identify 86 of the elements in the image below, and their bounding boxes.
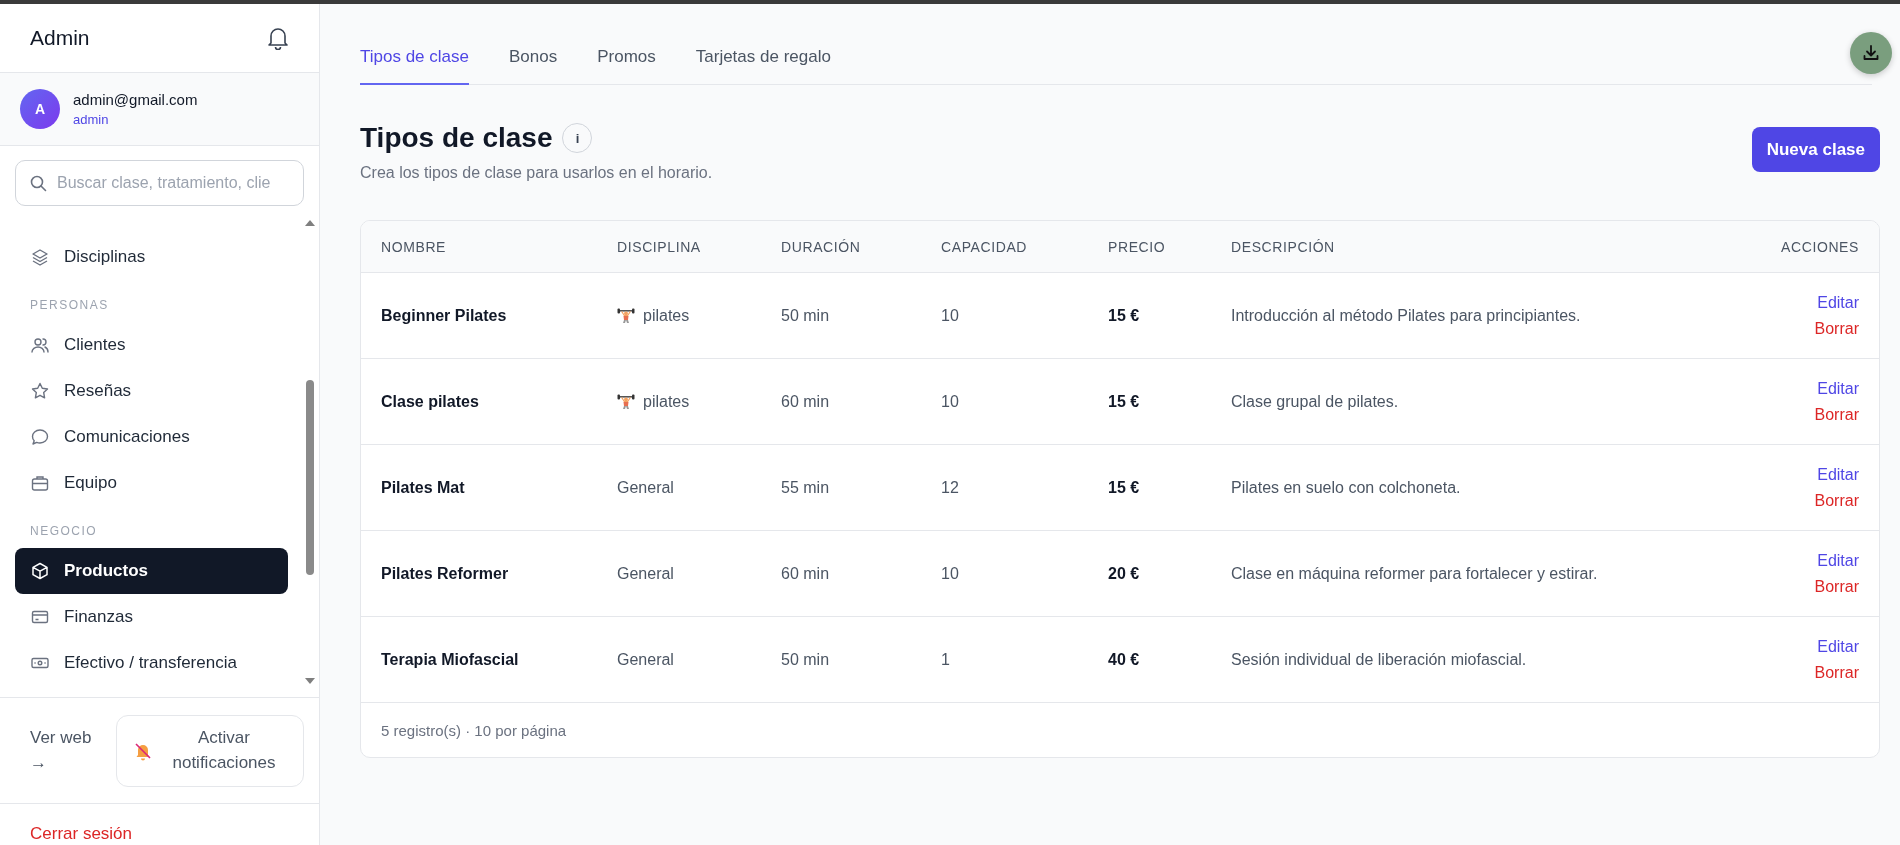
- notifications-button[interactable]: Activar notificaciones: [116, 714, 304, 787]
- delete-link[interactable]: Borrar: [1814, 405, 1859, 424]
- nav-icon: [30, 473, 50, 493]
- tab[interactable]: Bonos: [491, 47, 576, 85]
- column-header: DISCIPLINA: [617, 238, 702, 255]
- column-header: DURACIÓN: [781, 238, 862, 255]
- table-cell-text: Terapia Miofascial: [381, 650, 520, 669]
- edit-link[interactable]: Editar: [1817, 551, 1859, 570]
- nav-icon: [30, 335, 50, 355]
- download-icon: [1861, 43, 1881, 63]
- nav-item[interactable]: Reseñas: [15, 368, 288, 414]
- nav-item[interactable]: Disciplinas: [15, 234, 288, 280]
- delete-link[interactable]: Borrar: [1814, 577, 1859, 596]
- nav-item[interactable]: Productos: [15, 548, 288, 594]
- table-cell-text: Sesión individual de liberación miofascial.: [1231, 650, 1528, 669]
- tab[interactable]: Tarjetas de regalo: [677, 47, 849, 85]
- bell-muted-icon: [133, 740, 153, 761]
- weightlifter-icon: [617, 393, 635, 410]
- nav-section-label: NEGOCIO: [29, 523, 99, 540]
- app-title: Admin: [30, 26, 90, 50]
- table-cell: General: [617, 564, 674, 583]
- user-avatar: A: [20, 89, 60, 129]
- delete-link[interactable]: Borrar: [1814, 319, 1859, 338]
- logout-link[interactable]: Cerrar sesión: [30, 824, 133, 843]
- tab[interactable]: Tipos de clase: [360, 47, 469, 85]
- nav-icon: [30, 381, 50, 401]
- nav-item[interactable]: Clientes: [15, 322, 288, 368]
- nav-section-label: PERSONAS: [29, 297, 110, 314]
- table-cell-text: Pilates en suelo con colchoneta.: [1231, 478, 1462, 497]
- table-cell-text: 20 €: [1108, 564, 1141, 583]
- column-header: PRECIO: [1108, 238, 1167, 255]
- weightlifter-icon: [617, 307, 635, 324]
- bell-icon[interactable]: [267, 26, 289, 50]
- download-button[interactable]: [1850, 32, 1892, 74]
- edit-link[interactable]: Editar: [1817, 465, 1859, 484]
- user-role: admin: [73, 112, 110, 127]
- table-cell-text: 15 €: [1108, 306, 1141, 325]
- table-cell: pilates: [643, 392, 690, 411]
- table-cell-text: 1: [941, 650, 951, 669]
- edit-link[interactable]: Editar: [1817, 379, 1859, 398]
- nav-item[interactable]: Finanzas: [15, 594, 288, 640]
- nav-icon: [30, 427, 50, 447]
- tab[interactable]: Promos: [579, 47, 674, 85]
- table-cell-text: 55 min: [781, 478, 831, 497]
- user-email: admin@gmail.com: [73, 91, 198, 108]
- search-icon: [30, 175, 47, 192]
- nav-item[interactable]: Equipo: [15, 460, 288, 506]
- page-subtitle: Crea los tipos de clase para usarlos en el horario.: [360, 164, 713, 182]
- table-cell-text: Introducción al método Pilates para principiantes.: [1231, 306, 1582, 325]
- table-cell-text: Clase grupal de pilates.: [1231, 392, 1400, 411]
- search-field[interactable]: Buscar clase, tratamiento, clie: [15, 160, 304, 206]
- table-cell-text: 15 €: [1108, 478, 1141, 497]
- table-cell-text: 10: [941, 392, 960, 411]
- table-cell-text: Pilates Reformer: [381, 564, 510, 583]
- nav-icon: [30, 561, 50, 581]
- edit-link[interactable]: Editar: [1817, 637, 1859, 656]
- view-web-link[interactable]: Ver web →: [30, 725, 100, 776]
- edit-link[interactable]: Editar: [1817, 293, 1859, 312]
- table-cell-text: Beginner Pilates: [381, 306, 508, 325]
- column-header: DESCRIPCIÓN: [1231, 238, 1336, 255]
- table-cell-text: 15 €: [1108, 392, 1141, 411]
- table-cell-text: 10: [941, 306, 960, 325]
- column-header: NOMBRE: [381, 238, 448, 255]
- table-cell: General: [617, 650, 674, 669]
- nav-item[interactable]: Efectivo / transferencia: [15, 640, 288, 686]
- delete-link[interactable]: Borrar: [1814, 663, 1859, 682]
- table-cell-text: 60 min: [781, 392, 831, 411]
- nav-item[interactable]: Comunicaciones: [15, 414, 288, 460]
- record-count: 5 registro(s) · 10 por página: [381, 721, 567, 739]
- table-cell-text: Pilates Mat: [381, 478, 466, 497]
- column-header: ACCIONES: [1780, 238, 1859, 255]
- nav-icon: [30, 247, 50, 267]
- table-cell: pilates: [643, 306, 690, 325]
- table-cell-text: 40 €: [1108, 650, 1141, 669]
- column-header: CAPACIDAD: [941, 238, 1029, 255]
- table-cell-text: Clase pilates: [381, 392, 480, 411]
- table-cell-text: 60 min: [781, 564, 831, 583]
- table-cell-text: 10: [941, 564, 960, 583]
- table-cell-text: 50 min: [781, 650, 831, 669]
- table-cell: General: [617, 478, 674, 497]
- table-cell-text: 50 min: [781, 306, 831, 325]
- page-title: Tipos de clase: [360, 122, 553, 154]
- new-class-button[interactable]: Nueva clase: [1751, 127, 1880, 172]
- table-cell-text: Clase en máquina reformer para fortalecer y estirar.: [1231, 564, 1599, 583]
- delete-link[interactable]: Borrar: [1814, 491, 1859, 510]
- table-cell-text: 12: [941, 478, 960, 497]
